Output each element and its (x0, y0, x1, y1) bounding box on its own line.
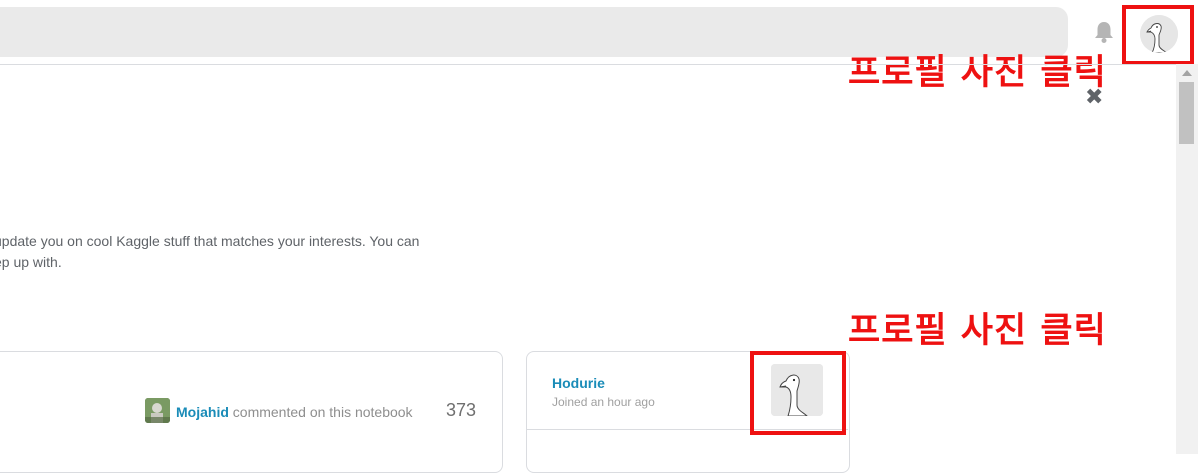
annotation-label-top: 프로필 사진 클릭 (848, 53, 1107, 93)
card-avatar-highlight-box (750, 351, 846, 435)
scroll-up-arrow-icon[interactable] (1182, 70, 1192, 76)
profile-joined-text: Joined an hour ago (552, 395, 655, 409)
activity-action-text: commented on this notebook (228, 404, 413, 420)
user-photo-icon (145, 398, 170, 423)
close-icon[interactable]: ✖ (1085, 87, 1103, 109)
annotation-label-card: 프로필 사진 클릭 (848, 311, 1107, 351)
welcome-banner-text: update you on cool Kaggle stuff that mat… (0, 231, 494, 273)
bell-icon[interactable] (1093, 20, 1115, 44)
header-divider (0, 64, 1176, 65)
banner-text-line-1: update you on cool Kaggle stuff that mat… (0, 233, 420, 249)
commenter-avatar[interactable] (145, 398, 170, 423)
vote-count: 373 (446, 400, 477, 420)
activity-text: Mojahid commented on this notebook (176, 404, 413, 420)
profile-username-link[interactable]: Hodurie (552, 375, 605, 391)
scrollbar-thumb[interactable] (1179, 82, 1194, 144)
avatar-highlight-box (1122, 5, 1194, 65)
banner-text-line-2: ep up with. (0, 254, 62, 270)
commenter-name-link[interactable]: Mojahid (176, 404, 229, 420)
